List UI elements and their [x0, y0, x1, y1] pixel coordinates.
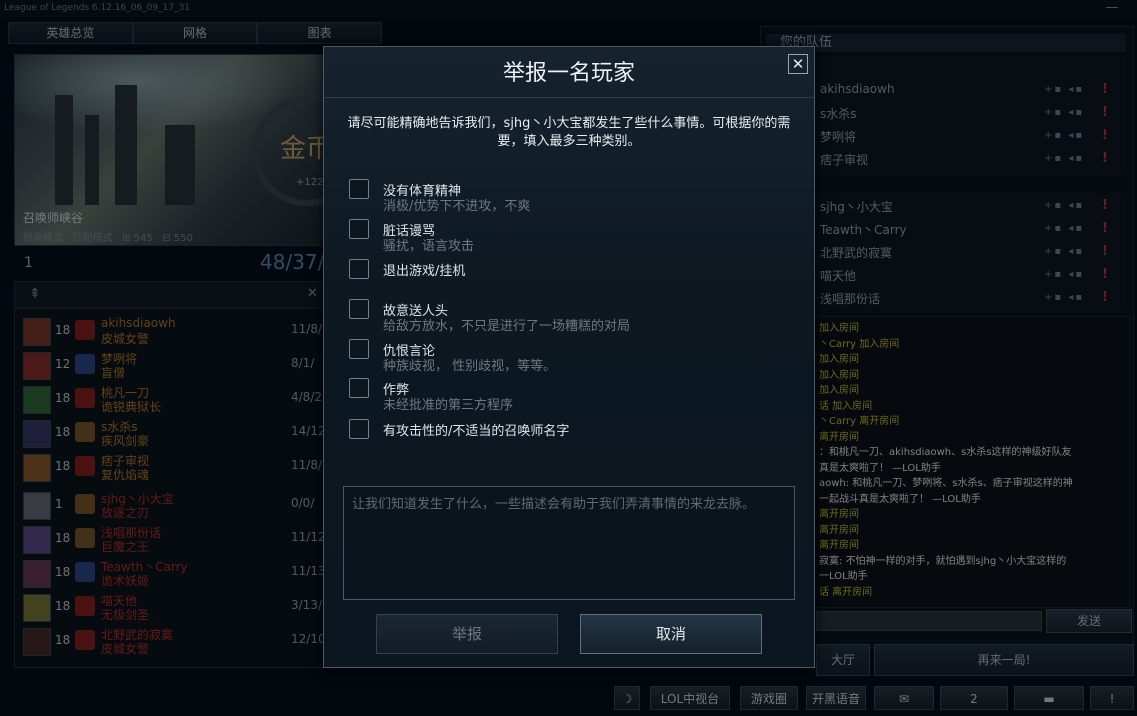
category-checkbox[interactable]: [349, 378, 369, 398]
cancel-button[interactable]: 取消: [580, 614, 762, 654]
category-description: 未经批准的第三方程序: [383, 398, 514, 413]
report-button[interactable]: 举报: [376, 614, 558, 654]
category-description: 骚扰，语言攻击: [383, 239, 475, 254]
category-checkbox[interactable]: [349, 259, 369, 279]
category-description: 消极/优势下不进攻，不爽: [383, 199, 531, 214]
category-checkbox[interactable]: [349, 339, 369, 359]
category-checkbox[interactable]: [349, 179, 369, 199]
dialog-description: 请尽可能精确地告诉我们，sjhg丶小大宝都发生了些什么事情。可根据你的需要，填入…: [347, 116, 791, 149]
category-label[interactable]: 有攻击性的/不适当的召唤师名字: [383, 420, 569, 439]
category-description: 种族歧视， 性别歧视，等等。: [383, 359, 557, 374]
dialog-title: 举报一名玩家: [502, 61, 635, 86]
category-checkbox[interactable]: [349, 299, 369, 319]
category-label[interactable]: 退出游戏/挂机: [383, 260, 465, 279]
category-checkbox[interactable]: [349, 219, 369, 239]
report-comment-textarea[interactable]: 让我们知道发生了什么，一些描述会有助于我们弄清事情的来龙去脉。: [343, 486, 795, 600]
category-checkbox[interactable]: [349, 419, 369, 439]
report-dialog: 举报一名玩家 ✕ 请尽可能精确地告诉我们，sjhg丶小大宝都发生了些什么事情。可…: [323, 46, 815, 668]
category-description: 给敌方放水，不只是进行了一场糟糕的对局: [383, 319, 631, 334]
comment-placeholder: 让我们知道发生了什么，一些描述会有助于我们弄清事情的来龙去脉。: [352, 497, 756, 512]
title-divider: [324, 97, 814, 98]
close-button[interactable]: ✕: [788, 54, 808, 74]
